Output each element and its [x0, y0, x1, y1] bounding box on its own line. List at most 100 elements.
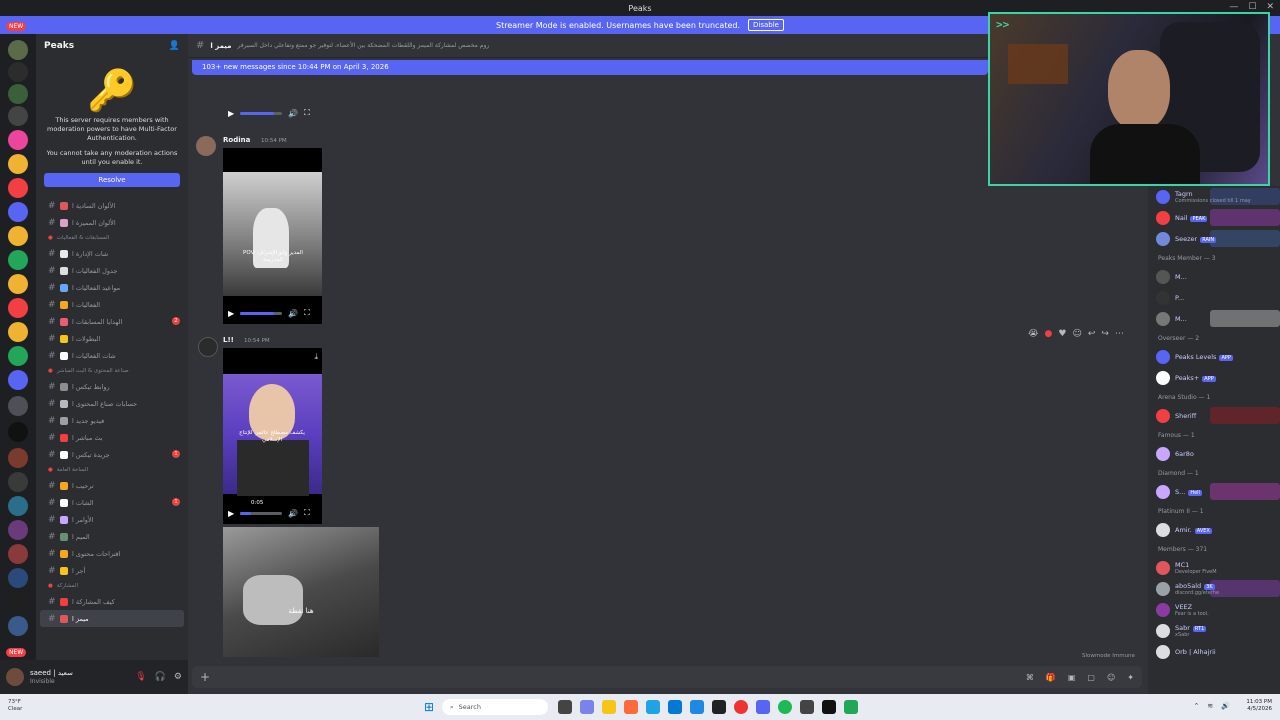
server-icon[interactable] — [8, 448, 28, 468]
app-icon[interactable] — [844, 700, 858, 714]
member-item[interactable]: MC1 Developer FiveM — [1148, 557, 1280, 578]
server-icon[interactable] — [8, 616, 28, 636]
video-attachment[interactable]: ⤓ يكشف مصطلح عالمي للإنتاج الإسلامي — [223, 348, 322, 524]
server-icon[interactable] — [8, 370, 28, 390]
fullscreen-icon[interactable]: ⛶ — [304, 108, 310, 118]
member-item[interactable]: VEEZ Fear is a tool. — [1148, 599, 1280, 620]
windows-start-icon[interactable]: ⊞ — [424, 701, 436, 713]
channel-item[interactable]: # الألوان المميزة ا — [36, 214, 188, 231]
minimize-icon[interactable]: — — [1229, 2, 1238, 12]
server-icon[interactable] — [8, 84, 28, 104]
channel-item[interactable]: # جريدة تيكس ا 1 — [36, 446, 188, 463]
server-icon[interactable] — [8, 568, 28, 588]
server-icon[interactable] — [8, 274, 28, 294]
invite-icon[interactable]: 👤 — [169, 41, 180, 51]
resolve-button[interactable]: Resolve — [44, 173, 180, 187]
app-icon[interactable] — [800, 700, 814, 714]
sticker-icon[interactable]: ▢ — [1087, 673, 1095, 682]
server-icon[interactable] — [8, 178, 28, 198]
video-attachment[interactable]: POV: المدير وابو الإشراف للمدرسة — [223, 148, 322, 324]
image-attachment[interactable]: هنا نقطة — [223, 527, 379, 657]
wifi-icon[interactable]: ≋ — [1207, 702, 1213, 710]
reply-icon[interactable]: ↩ — [1088, 329, 1096, 339]
gear-icon[interactable]: ⚙ — [174, 672, 182, 682]
member-item[interactable]: Tagrn Commissions closed till 1 may — [1148, 186, 1280, 207]
server-icon[interactable] — [8, 496, 28, 516]
mute-icon[interactable]: 🎙 — [135, 672, 146, 682]
task-view-icon[interactable] — [558, 700, 572, 714]
video-progress-bar[interactable] — [240, 311, 283, 315]
channel-item[interactable]: # حسابات صناع المحتوى ا — [36, 395, 188, 412]
terminal-icon[interactable] — [822, 700, 836, 714]
server-icon[interactable] — [8, 40, 28, 60]
play-icon[interactable]: ▶ — [228, 509, 234, 518]
message-author[interactable]: Rodina — [223, 136, 250, 144]
channel-category[interactable]: ● صناعة المحتوى & البث المباشر — [36, 364, 188, 378]
volume-icon[interactable]: 🔊 — [288, 309, 298, 318]
weather-widget[interactable]: 73°F Clear — [8, 699, 22, 713]
server-icon[interactable] — [8, 106, 28, 126]
server-icon[interactable] — [8, 298, 28, 318]
gift-icon[interactable]: 🎁 — [1046, 673, 1056, 682]
server-icon[interactable] — [8, 130, 28, 150]
member-item[interactable]: Orb | Alhajrii — [1148, 641, 1280, 662]
member-item[interactable]: Peaks Levels APP — [1148, 346, 1280, 367]
server-icon[interactable] — [8, 154, 28, 174]
channel-category[interactable]: ● المسابقات & الفعاليات — [36, 231, 188, 245]
member-item[interactable]: 6ar8o — [1148, 443, 1280, 464]
member-item[interactable]: Seezer RAIN — [1148, 228, 1280, 249]
add-reaction-icon[interactable]: ☺ — [1072, 329, 1081, 339]
channel-item[interactable]: # جدول الفعاليات ا — [36, 262, 188, 279]
channel-item[interactable]: # بث مباشر ا — [36, 429, 188, 446]
member-item[interactable]: Sabr RT1 xSabr — [1148, 620, 1280, 641]
channel-item[interactable]: # شات الفعاليات ا — [36, 347, 188, 364]
channel-item[interactable]: # شات الإدارة ا — [36, 245, 188, 262]
teams-icon[interactable] — [580, 700, 594, 714]
member-item[interactable]: P... — [1148, 287, 1280, 308]
spotify-icon[interactable] — [778, 700, 792, 714]
channel-item[interactable]: # البطولات ا — [36, 330, 188, 347]
channel-item[interactable]: # الألوان السادية ا — [36, 197, 188, 214]
emoji-icon[interactable]: ☺ — [1107, 673, 1115, 682]
app-icon[interactable] — [712, 700, 726, 714]
server-icon[interactable] — [8, 472, 28, 492]
channel-item[interactable]: # الهدايا المسابقات ا 2 — [36, 313, 188, 330]
channel-item[interactable]: # ترحيب ا — [36, 477, 188, 494]
close-icon[interactable]: ✕ — [1266, 2, 1274, 12]
volume-icon[interactable]: 🔊 — [288, 109, 298, 118]
member-item[interactable]: Sheriff — [1148, 405, 1280, 426]
plus-icon[interactable]: + — [200, 670, 210, 684]
server-icon[interactable] — [8, 250, 28, 270]
channel-item[interactable]: # مواعيد الفعاليات ا — [36, 279, 188, 296]
channel-topic[interactable]: روم مخصص لمشاركة الميمز واللقطات المضحكة… — [237, 42, 489, 49]
video-progress-bar[interactable] — [240, 511, 283, 515]
member-item[interactable]: S... Hell — [1148, 481, 1280, 502]
fullscreen-icon[interactable]: ⛶ — [304, 308, 310, 318]
channel-item[interactable]: # اقتراحات محتوى ا — [36, 545, 188, 562]
edge-icon[interactable] — [646, 700, 660, 714]
forward-icon[interactable]: ↪ — [1101, 329, 1109, 339]
channel-item[interactable]: # فيديو جديد ا — [36, 412, 188, 429]
server-icon[interactable] — [8, 346, 28, 366]
new-messages-bar[interactable]: 103+ new messages since 10:44 PM on Apri… — [192, 60, 988, 75]
server-icon[interactable] — [8, 226, 28, 246]
chevron-up-icon[interactable]: ⌃ — [1194, 702, 1200, 710]
activities-icon[interactable]: ✦ — [1127, 673, 1134, 682]
clock[interactable]: 11:03 PM 4/5/2026 — [1246, 699, 1272, 713]
avatar[interactable] — [198, 337, 218, 357]
channel-category[interactable]: ● المشاركة — [36, 579, 188, 593]
apps-icon[interactable]: ⌘ — [1026, 673, 1034, 682]
channel-item[interactable]: # الفعاليات ا — [36, 296, 188, 313]
more-icon[interactable]: ⋯ — [1115, 329, 1124, 339]
volume-icon[interactable]: 🔊 — [288, 509, 298, 518]
avatar[interactable] — [196, 136, 216, 156]
play-icon[interactable]: ▶ — [228, 109, 234, 118]
store-icon[interactable] — [690, 700, 704, 714]
member-item[interactable]: Nail PEAK — [1148, 207, 1280, 228]
gif-icon[interactable]: ▣ — [1068, 673, 1076, 682]
discord-icon[interactable] — [756, 700, 770, 714]
member-item[interactable]: Peaks+ APP — [1148, 367, 1280, 388]
server-icon[interactable] — [8, 202, 28, 222]
channel-category[interactable]: ● الساحة العامة — [36, 463, 188, 477]
member-item[interactable]: abo5ald 3K discord.gg/eterhe — [1148, 578, 1280, 599]
